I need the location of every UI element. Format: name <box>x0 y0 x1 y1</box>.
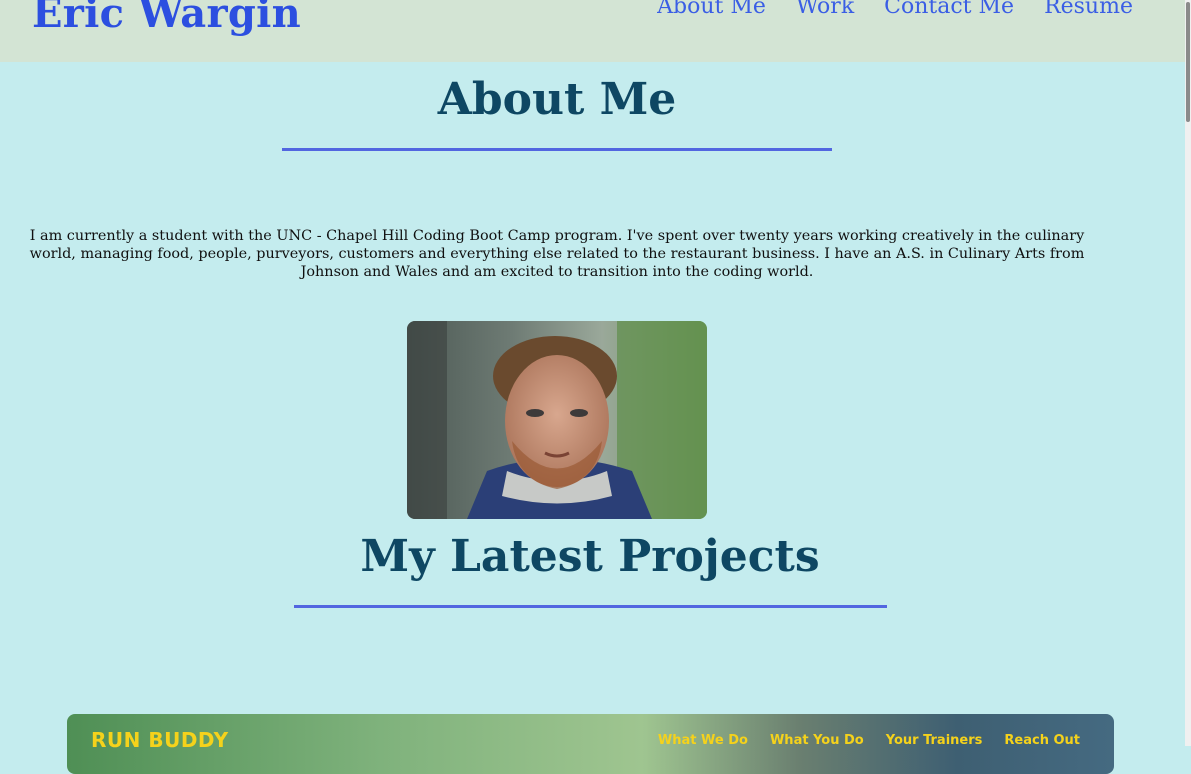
nav-resume[interactable]: Resume <box>1044 0 1133 19</box>
about-heading: About Me <box>437 74 677 125</box>
projects-heading: My Latest Projects <box>360 531 820 582</box>
main-nav: About Me Work Contact Me Resume <box>657 0 1133 19</box>
projects-divider <box>294 605 887 608</box>
scrollbar-thumb[interactable] <box>1186 2 1190 122</box>
site-header: Eric Wargin About Me Work Contact Me Res… <box>0 0 1185 62</box>
site-brand[interactable]: Eric Wargin <box>32 0 301 37</box>
nav-work[interactable]: Work <box>796 0 854 19</box>
about-paragraph: I am currently a student with the UNC - … <box>29 228 1085 280</box>
project-card-run-buddy[interactable]: RUN BUDDY What We Do What You Do Your Tr… <box>67 714 1114 774</box>
page-scrollbar[interactable] <box>1185 0 1191 746</box>
project-logo: RUN BUDDY <box>91 728 229 752</box>
nav-about-me[interactable]: About Me <box>657 0 766 19</box>
about-divider <box>282 148 832 151</box>
nav-contact-me[interactable]: Contact Me <box>884 0 1014 19</box>
profile-photo <box>407 321 707 519</box>
